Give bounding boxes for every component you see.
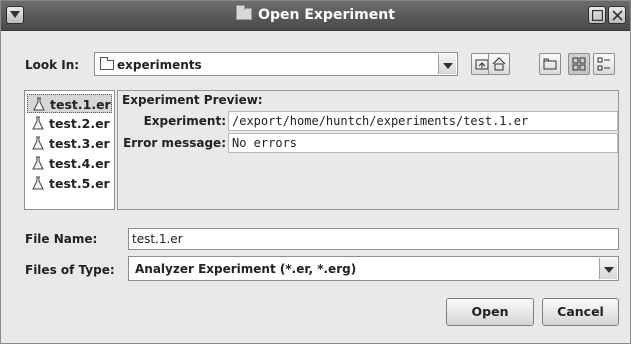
title-bar[interactable]: Open Experiment: [1, 1, 630, 31]
file-item[interactable]: test.4.er: [27, 154, 112, 173]
error-message-label: Error message:: [123, 136, 226, 150]
cancel-button[interactable]: Cancel: [542, 298, 619, 326]
details-view-button[interactable]: [593, 53, 615, 75]
open-experiment-dialog: Open Experiment Look In: experiments tes…: [0, 0, 631, 344]
experiment-label: Experiment:: [143, 114, 226, 128]
home-button[interactable]: [488, 53, 510, 75]
look-in-combo[interactable]: experiments: [94, 52, 458, 76]
file-item[interactable]: test.5.er: [27, 174, 112, 193]
list-view-icon: [572, 57, 586, 71]
up-folder-icon: [475, 59, 489, 70]
list-view-button[interactable]: [568, 53, 590, 75]
look-in-label: Look In:: [25, 58, 80, 72]
file-item[interactable]: test.2.er: [27, 114, 112, 133]
open-button[interactable]: Open: [446, 298, 534, 326]
files-of-type-value: Analyzer Experiment (*.er, *.erg): [135, 262, 357, 276]
maximize-button[interactable]: [588, 6, 606, 24]
file-item[interactable]: test.1.er: [27, 94, 112, 113]
file-item[interactable]: test.3.er: [27, 134, 112, 153]
folder-icon: [236, 5, 253, 20]
chevron-down-icon[interactable]: [599, 258, 617, 279]
close-icon: [612, 10, 623, 21]
flask-icon: [32, 156, 44, 170]
file-list[interactable]: test.1.er test.2.er test.3.er test.4.er …: [24, 90, 115, 210]
experiment-preview-panel: Experiment Preview: Experiment: /export/…: [117, 90, 619, 210]
error-message-field: No errors: [228, 133, 618, 153]
flask-icon: [32, 176, 44, 190]
flask-icon: [32, 116, 44, 130]
new-folder-icon: [543, 58, 557, 70]
files-of-type-combo[interactable]: Analyzer Experiment (*.er, *.erg): [128, 256, 619, 281]
maximize-icon: [592, 10, 603, 21]
details-view-icon: [597, 57, 610, 71]
flask-icon: [32, 136, 44, 150]
flask-icon: [33, 97, 45, 111]
files-of-type-label: Files of Type:: [25, 263, 115, 277]
chevron-down-icon[interactable]: [438, 54, 456, 74]
new-folder-button[interactable]: [539, 53, 561, 75]
file-name-label: File Name:: [25, 232, 98, 246]
close-button[interactable]: [608, 6, 626, 24]
preview-title: Experiment Preview:: [122, 93, 263, 107]
window-title: Open Experiment: [1, 5, 630, 23]
file-name-input[interactable]: test.1.er: [128, 228, 619, 250]
home-icon: [492, 57, 506, 71]
look-in-value: experiments: [117, 58, 202, 72]
experiment-path-field: /export/home/huntch/experiments/test.1.e…: [228, 111, 618, 131]
folder-icon: [100, 57, 114, 70]
